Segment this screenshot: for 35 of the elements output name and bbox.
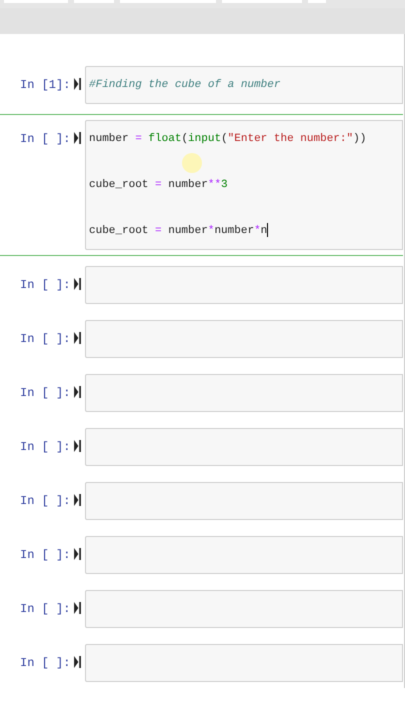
run-icon[interactable] bbox=[74, 602, 81, 614]
code-line: number = float(input("Enter the number:")) bbox=[89, 132, 366, 147]
cell-prompt: In [ ]: bbox=[19, 547, 72, 564]
cell-prompt: In [ ]: bbox=[19, 277, 72, 294]
code-input[interactable]: number = float(input("Enter the number:")) cube_root = number**3 cube_root = number*number*n bbox=[85, 120, 403, 250]
run-icon[interactable] bbox=[74, 278, 81, 290]
code-input[interactable] bbox=[85, 374, 403, 412]
code-line: cube_root = number**3 bbox=[89, 178, 228, 193]
pointer-highlight bbox=[182, 153, 202, 173]
cell-prompt: In [ ]: bbox=[19, 439, 72, 456]
run-icon[interactable] bbox=[74, 332, 81, 344]
cell-prompt: In [ ]: bbox=[19, 493, 72, 510]
run-icon[interactable] bbox=[74, 548, 81, 560]
run-icon[interactable] bbox=[74, 656, 81, 668]
cell-prompt: In [ ]: bbox=[19, 385, 72, 402]
cell-prompt: In [ ]: bbox=[19, 131, 72, 148]
code-input[interactable] bbox=[85, 644, 403, 682]
code-line: #Finding the cube of a number bbox=[89, 78, 280, 93]
code-input[interactable] bbox=[85, 536, 403, 574]
run-icon[interactable] bbox=[74, 494, 81, 506]
code-input[interactable] bbox=[85, 590, 403, 628]
cell-prompt: In [ ]: bbox=[19, 601, 72, 618]
code-input[interactable] bbox=[85, 266, 403, 304]
code-input[interactable] bbox=[85, 482, 403, 520]
code-line: cube_root = number*number*n bbox=[89, 222, 268, 240]
code-input[interactable]: #Finding the cube of a number bbox=[85, 66, 403, 104]
run-icon[interactable] bbox=[74, 440, 81, 452]
run-icon[interactable] bbox=[74, 132, 81, 144]
code-input[interactable] bbox=[85, 320, 403, 358]
code-input[interactable] bbox=[85, 428, 403, 466]
cell-prompt: In [ ]: bbox=[19, 331, 72, 348]
run-icon[interactable] bbox=[74, 386, 81, 398]
run-icon[interactable] bbox=[74, 78, 81, 90]
cell-prompt: In [1]: bbox=[19, 77, 72, 94]
cell-prompt: In [ ]: bbox=[19, 655, 72, 672]
